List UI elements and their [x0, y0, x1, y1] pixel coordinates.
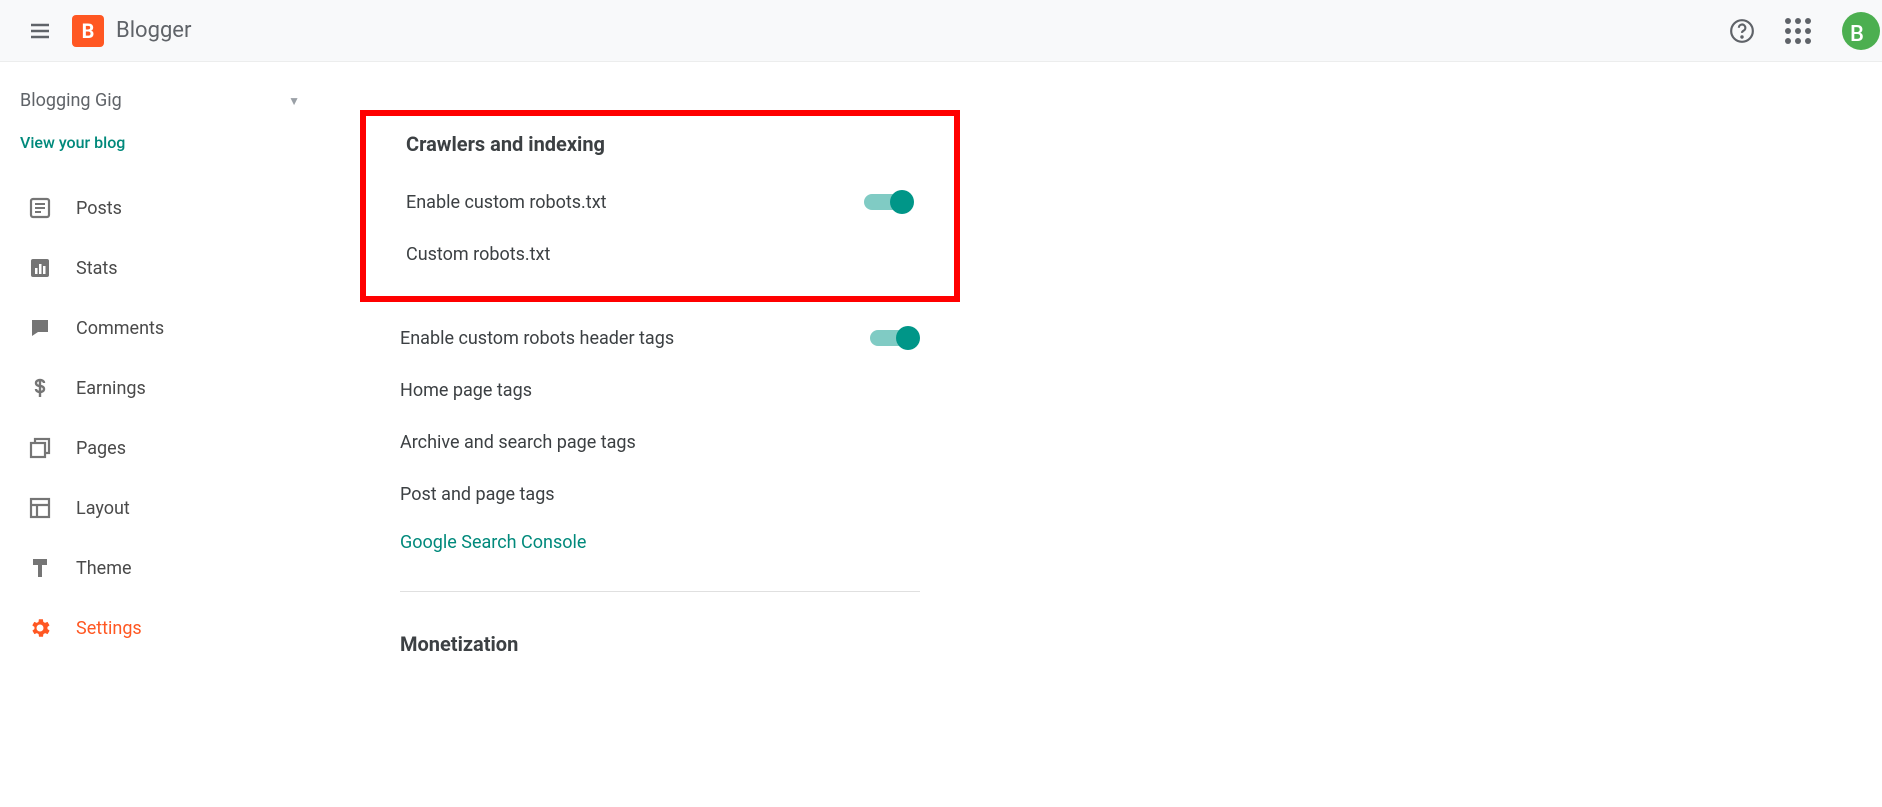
posts-icon [24, 196, 56, 220]
sidebar-item-posts[interactable]: Posts [0, 178, 320, 238]
enable-custom-robots-row[interactable]: Enable custom robots.txt [366, 176, 954, 228]
sidebar-item-label: Settings [76, 618, 142, 639]
product-name: Blogger [116, 18, 191, 43]
help-icon [1729, 18, 1755, 44]
setting-label: Archive and search page tags [400, 432, 636, 453]
app-header: B Blogger B [0, 0, 1882, 62]
blog-name: Blogging Gig [20, 90, 122, 111]
sidebar-item-comments[interactable]: Comments [0, 298, 320, 358]
archive-tags-row[interactable]: Archive and search page tags [360, 416, 960, 468]
sidebar-item-label: Pages [76, 438, 126, 459]
pages-icon [24, 436, 56, 460]
earnings-icon [24, 376, 56, 400]
sidebar-item-label: Earnings [76, 378, 146, 399]
setting-label: Enable custom robots header tags [400, 328, 674, 349]
settings-icon [24, 616, 56, 640]
blog-selector[interactable]: Blogging Gig ▼ [0, 82, 320, 119]
enable-header-tags-toggle[interactable] [870, 326, 920, 350]
view-blog-link[interactable]: View your blog [0, 119, 320, 178]
blogger-logo-icon: B [72, 15, 104, 47]
section-divider [400, 591, 920, 592]
sidebar-item-theme[interactable]: Theme [0, 538, 320, 598]
layout-icon [24, 496, 56, 520]
enable-custom-robots-toggle[interactable] [864, 190, 914, 214]
theme-icon [24, 556, 56, 580]
sidebar-item-settings[interactable]: Settings [0, 598, 320, 658]
sidebar-item-earnings[interactable]: Earnings [0, 358, 320, 418]
setting-label: Custom robots.txt [406, 244, 550, 265]
menu-button[interactable] [16, 7, 64, 55]
logo[interactable]: B Blogger [72, 15, 191, 47]
post-tags-row[interactable]: Post and page tags [360, 468, 960, 520]
hamburger-icon [28, 19, 52, 43]
crawlers-section: Crawlers and indexing Enable custom robo… [360, 110, 960, 656]
sidebar-item-pages[interactable]: Pages [0, 418, 320, 478]
sidebar-item-stats[interactable]: Stats [0, 238, 320, 298]
custom-robots-row[interactable]: Custom robots.txt [366, 228, 954, 280]
sidebar-item-label: Stats [76, 258, 118, 279]
sidebar: Blogging Gig ▼ View your blog Posts Stat… [0, 62, 320, 676]
apps-button[interactable] [1774, 7, 1822, 55]
search-console-link[interactable]: Google Search Console [360, 520, 960, 565]
section-title-monetization: Monetization [360, 632, 960, 656]
sidebar-item-label: Posts [76, 198, 122, 219]
sidebar-item-label: Theme [76, 558, 132, 579]
stats-icon [24, 256, 56, 280]
setting-label: Home page tags [400, 380, 532, 401]
home-page-tags-row[interactable]: Home page tags [360, 364, 960, 416]
comments-icon [24, 316, 56, 340]
chevron-down-icon: ▼ [288, 94, 300, 108]
enable-header-tags-row[interactable]: Enable custom robots header tags [360, 312, 960, 364]
setting-label: Enable custom robots.txt [406, 192, 607, 213]
help-button[interactable] [1718, 7, 1766, 55]
setting-label: Post and page tags [400, 484, 555, 505]
section-title-crawlers: Crawlers and indexing [366, 132, 954, 156]
highlight-annotation: Crawlers and indexing Enable custom robo… [360, 110, 960, 302]
main-content: Crawlers and indexing Enable custom robo… [320, 62, 1882, 676]
sidebar-item-layout[interactable]: Layout [0, 478, 320, 538]
sidebar-item-label: Layout [76, 498, 130, 519]
apps-grid-icon [1785, 18, 1811, 44]
account-avatar[interactable]: B [1842, 12, 1880, 50]
sidebar-item-label: Comments [76, 318, 164, 339]
